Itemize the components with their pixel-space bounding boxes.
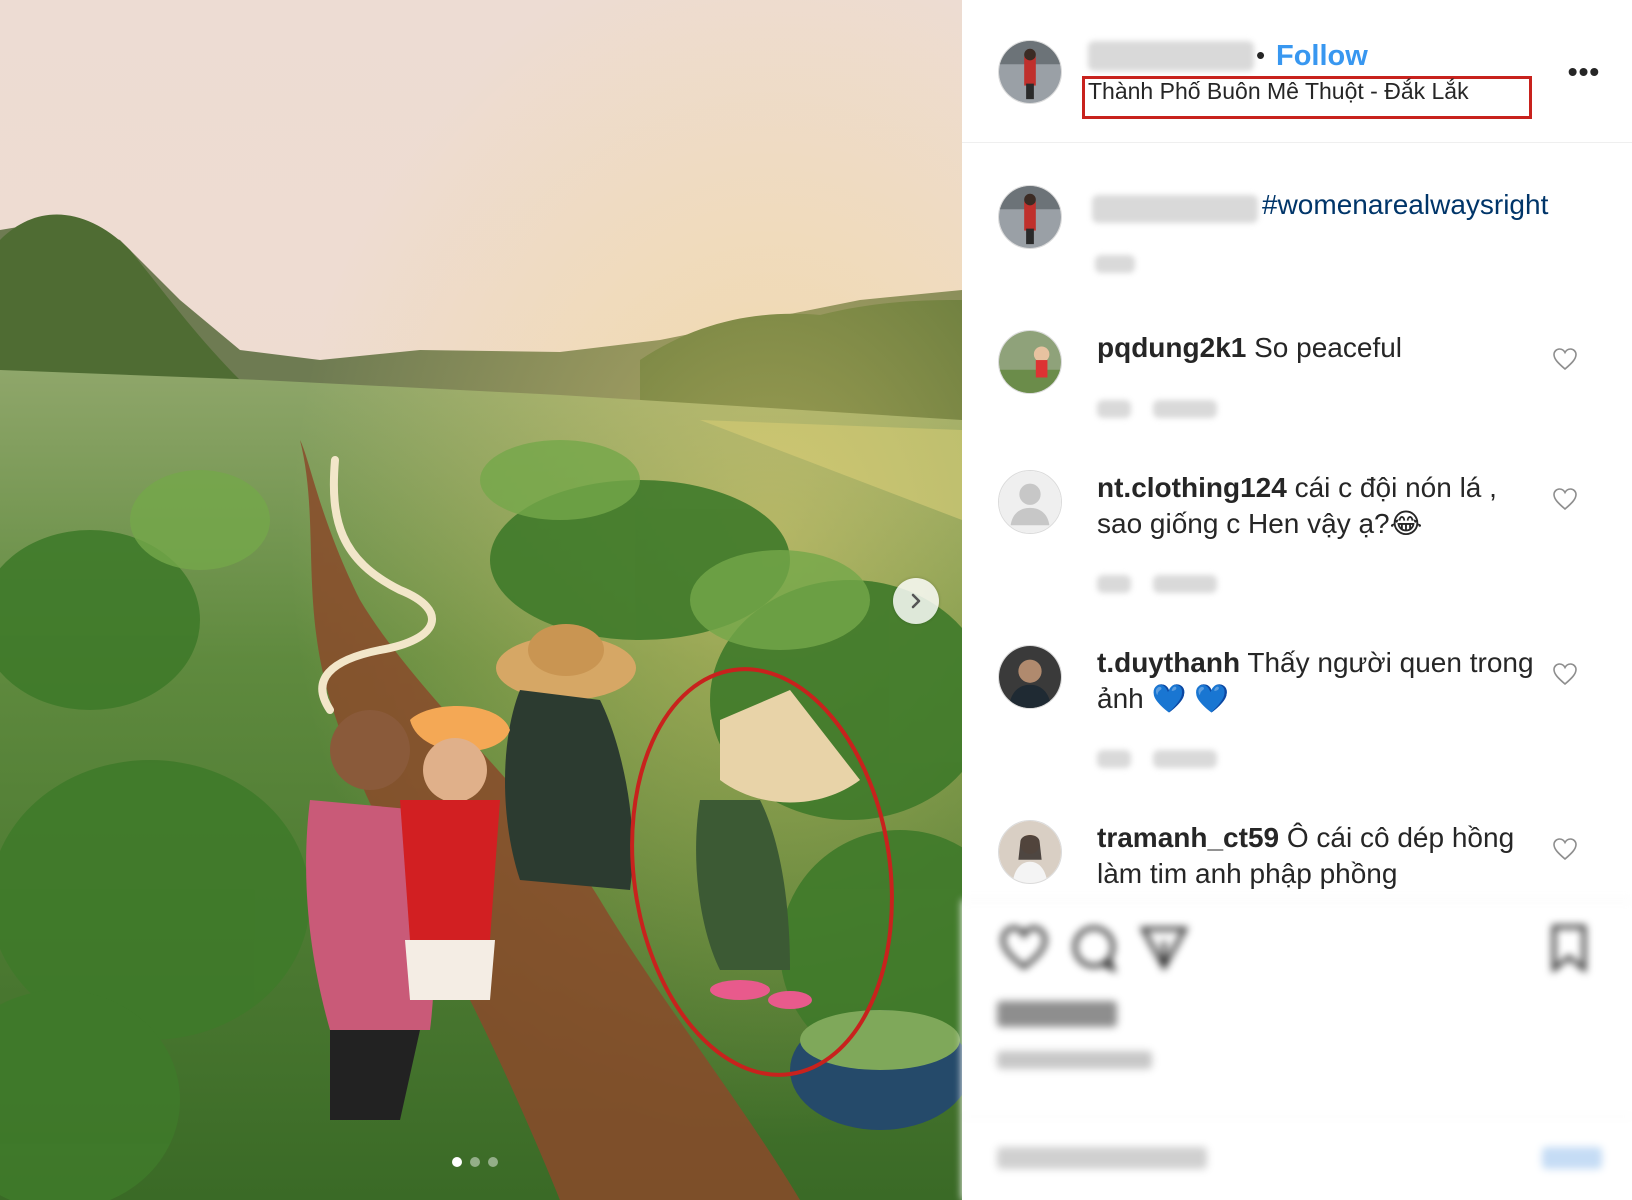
comment-username[interactable]: nt.clothing124: [1097, 472, 1287, 503]
post-actions-redacted: [962, 900, 1632, 1200]
carousel-indicator: [452, 1157, 498, 1167]
chevron-right-icon: [911, 593, 921, 609]
heart-icon: [1553, 663, 1577, 686]
post-date-redacted: [997, 1051, 1152, 1069]
heart-icon[interactable]: [997, 921, 1051, 975]
caption-author-avatar[interactable]: [998, 185, 1062, 249]
caption-username-redacted: [1092, 195, 1258, 223]
author-avatar[interactable]: [998, 40, 1062, 104]
caption-time-redacted: [1095, 255, 1135, 273]
comment-body: nt.clothing124 cái c đội nón lá , sao gi…: [1097, 470, 1537, 542]
avatar-image: [999, 821, 1061, 883]
comment-username[interactable]: pqdung2k1: [1097, 332, 1246, 363]
comment-icon[interactable]: [1067, 921, 1121, 975]
comment-username[interactable]: t.duythanh: [1097, 647, 1240, 678]
heart-icon: [1553, 348, 1577, 371]
post-header: • Follow Thành Phố Buôn Mê Thuột - Đắk L…: [962, 0, 1632, 143]
carousel-dot-3: [488, 1157, 498, 1167]
likes-count-redacted: [997, 1001, 1117, 1027]
post-photo[interactable]: [0, 0, 962, 1200]
carousel-dot-2: [470, 1157, 480, 1167]
add-comment-bar[interactable]: [962, 1116, 1632, 1169]
field-scene-image: [0, 0, 962, 1200]
comment-username[interactable]: tramanh_ct59: [1097, 822, 1279, 853]
post-comment-button-redacted[interactable]: [1542, 1147, 1602, 1169]
comment-body: tramanh_ct59 Ô cái cô dép hồng làm tim a…: [1097, 820, 1537, 892]
comment-text: So peaceful: [1254, 332, 1403, 363]
author-username-redacted: [1088, 41, 1254, 71]
follow-button[interactable]: Follow: [1276, 40, 1368, 72]
share-icon[interactable]: [1137, 921, 1191, 975]
like-comment-button[interactable]: [1552, 346, 1580, 372]
bookmark-icon[interactable]: [1542, 921, 1596, 975]
commenter-avatar[interactable]: [998, 820, 1062, 884]
like-comment-button[interactable]: [1552, 836, 1580, 862]
more-options-button[interactable]: •••: [1562, 52, 1606, 92]
commenter-avatar[interactable]: [998, 330, 1062, 394]
avatar-image: [999, 331, 1061, 393]
next-photo-button[interactable]: [893, 578, 939, 624]
carousel-dot-1: [452, 1157, 462, 1167]
heart-icon: [1553, 838, 1577, 861]
comment-body: t.duythanh Thấy người quen trong ảnh 💙 💙: [1097, 645, 1537, 717]
post-location[interactable]: Thành Phố Buôn Mê Thuột - Đắk Lắk: [1088, 76, 1469, 106]
comment-meta-redacted: [1097, 750, 1217, 768]
like-comment-button[interactable]: [1552, 661, 1580, 687]
avatar-image: [999, 186, 1061, 248]
avatar-image: [999, 41, 1061, 103]
comment-input-redacted[interactable]: [997, 1147, 1207, 1169]
default-avatar-icon: [999, 471, 1061, 533]
comment-body: pqdung2k1 So peaceful: [1097, 330, 1537, 366]
heart-icon: [1553, 488, 1577, 511]
commenter-avatar[interactable]: [998, 470, 1062, 534]
comment-meta-redacted: [1097, 575, 1217, 593]
avatar-image: [999, 646, 1061, 708]
post-details-pane: • Follow Thành Phố Buôn Mê Thuột - Đắk L…: [962, 0, 1632, 1200]
like-comment-button[interactable]: [1552, 486, 1580, 512]
separator-dot: •: [1256, 40, 1266, 70]
comment-meta-redacted: [1097, 400, 1217, 418]
caption-hashtag[interactable]: #womenarealwaysright: [1262, 189, 1548, 221]
commenter-avatar[interactable]: [998, 645, 1062, 709]
